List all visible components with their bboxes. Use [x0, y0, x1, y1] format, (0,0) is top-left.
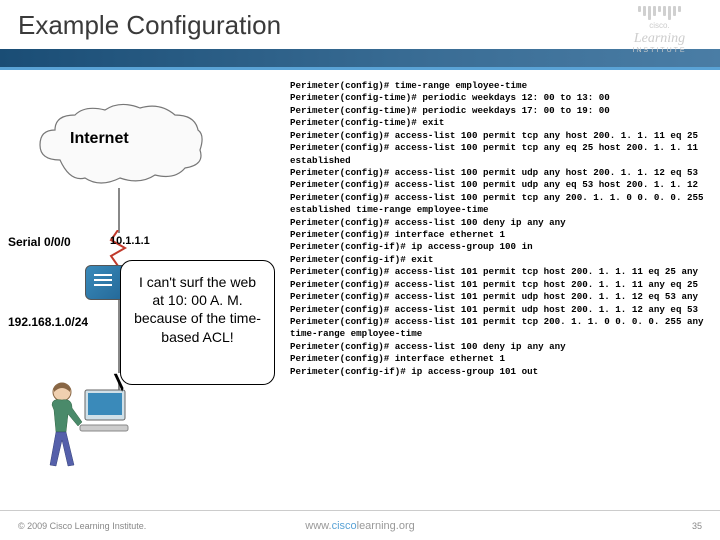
- footer-url: www.ciscolearning.org: [305, 520, 414, 532]
- slide-header: Example Configuration cisco. Learning IN…: [0, 0, 720, 70]
- logo-institute: INSTITUTE: [617, 47, 702, 54]
- wire-cloud-serial: [118, 188, 120, 233]
- internet-label: Internet: [70, 130, 129, 148]
- network-diagram: Internet Serial 0/0/0 10.1.1.1 R1 192.16…: [0, 70, 280, 510]
- header-stripe: [0, 49, 720, 67]
- cisco-logo: cisco. Learning INSTITUTE: [617, 6, 702, 54]
- cisco-bars-icon: [617, 6, 702, 20]
- cli-config-block: Perimeter(config)# time-range employee-t…: [290, 80, 710, 378]
- copyright-text: © 2009 Cisco Learning Institute.: [18, 521, 146, 531]
- page-number: 35: [692, 521, 702, 531]
- outside-ip-label: 10.1.1.1: [110, 235, 150, 247]
- serial-interface-label: Serial 0/0/0: [8, 235, 71, 249]
- logo-brand: cisco.: [617, 22, 702, 31]
- slide-content: Internet Serial 0/0/0 10.1.1.1 R1 192.16…: [0, 70, 720, 510]
- speech-bubble: I can't surf the web at 10: 00 A. M. bec…: [120, 260, 275, 385]
- inside-network-label: 192.168.1.0/24: [8, 315, 88, 329]
- slide-title: Example Configuration: [18, 10, 281, 41]
- slide-footer: © 2009 Cisco Learning Institute. www.cis…: [0, 510, 720, 540]
- logo-learning: Learning: [617, 31, 702, 47]
